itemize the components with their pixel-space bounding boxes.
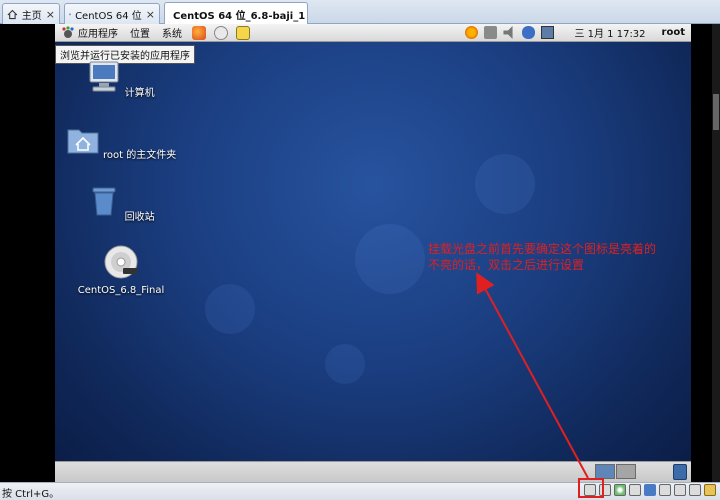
messages-icon[interactable] xyxy=(704,484,716,496)
network-icon[interactable] xyxy=(484,26,498,39)
gnome-top-panel: 应用程序 位置 系统 三 1月 1 17:32 root xyxy=(55,24,691,42)
workspace-1[interactable] xyxy=(595,464,615,479)
status-hint: 按 Ctrl+G。 xyxy=(2,489,60,500)
scrollbar[interactable] xyxy=(712,24,720,482)
vmware-tab-bar: 主页 × CentOS 64 位 × CentOS 64 位_6.8-baji_… xyxy=(0,0,720,25)
tab-label: CentOS 64 位_6.8-baji_1 xyxy=(173,10,306,22)
wallpaper-bokeh xyxy=(355,224,425,294)
cd-dvd-icon[interactable] xyxy=(614,484,626,496)
vmware-status-bar: 按 Ctrl+G。 xyxy=(0,482,720,500)
close-icon[interactable]: × xyxy=(46,8,55,21)
gnome-foot-icon xyxy=(62,25,74,38)
workspace-2[interactable] xyxy=(616,464,636,479)
user-name[interactable]: root xyxy=(662,27,685,38)
desktop-icon-dvd[interactable]: CentOS_6.8_Final xyxy=(61,244,181,296)
home-icon xyxy=(7,9,18,19)
icon-label: 回收站 xyxy=(124,212,155,223)
wallpaper-bokeh xyxy=(325,344,365,384)
usb-icon[interactable] xyxy=(659,484,671,496)
wallpaper-bokeh xyxy=(475,154,535,214)
trash-icon xyxy=(92,187,116,216)
icon-label: CentOS_6.8_Final xyxy=(77,285,165,296)
cd-icon-highlight xyxy=(578,478,604,498)
desktop-icon-computer[interactable]: 计算机 xyxy=(61,60,181,99)
places-menu[interactable]: 位置 xyxy=(124,24,156,42)
wallpaper-bokeh xyxy=(205,284,255,334)
update-icon[interactable] xyxy=(465,26,479,39)
menu-system[interactable]: 系统 xyxy=(162,25,182,40)
firefox-icon[interactable] xyxy=(192,25,206,40)
annotation-note: 挂载光盘之前首先要确定这个图标是亮着的 不亮的话，双击之后进行设置 xyxy=(428,241,656,273)
scrollbar-thumb[interactable] xyxy=(713,94,719,130)
close-icon[interactable]: × xyxy=(146,8,155,21)
network-adapter-icon[interactable] xyxy=(644,484,656,496)
menu-places[interactable]: 位置 xyxy=(130,25,150,40)
tab-label: CentOS 64 位 xyxy=(75,10,142,22)
trash-applet-icon[interactable] xyxy=(673,464,687,480)
sound-icon[interactable] xyxy=(674,484,686,496)
dvd-icon xyxy=(104,245,138,279)
clock[interactable]: 三 1月 1 17:32 xyxy=(574,25,645,40)
menu-applications[interactable]: 应用程序 xyxy=(78,25,118,40)
floppy-icon[interactable] xyxy=(629,484,641,496)
bluetooth-icon[interactable] xyxy=(522,26,536,39)
printer-icon[interactable] xyxy=(689,484,701,496)
system-menu[interactable]: 系统 xyxy=(156,24,188,42)
desktop-icon-trash[interactable]: 回收站 xyxy=(61,184,181,223)
icon-label: root 的主文件夹 xyxy=(102,150,177,161)
tab-vm-1[interactable]: CentOS 64 位 × xyxy=(64,3,160,24)
annotation-line-2: 不亮的话，双击之后进行设置 xyxy=(428,258,585,272)
tab-label: 主页 xyxy=(21,10,42,22)
tab-vm-active[interactable]: CentOS 64 位_6.8-baji_1 × xyxy=(164,2,308,25)
display-icon[interactable] xyxy=(541,26,555,39)
annotation-line-1: 挂载光盘之前首先要确定这个图标是亮着的 xyxy=(428,242,657,256)
mail-icon[interactable] xyxy=(214,25,228,40)
computer-icon xyxy=(89,61,119,92)
applications-menu[interactable]: 应用程序 xyxy=(55,24,124,42)
volume-icon[interactable] xyxy=(503,26,513,39)
home-folder-icon xyxy=(67,129,99,154)
icon-label: 计算机 xyxy=(124,88,155,99)
tab-home[interactable]: 主页 × xyxy=(2,3,60,24)
vm-icon xyxy=(69,13,71,15)
notes-icon[interactable] xyxy=(236,25,250,40)
desktop-icon-home[interactable]: root 的主文件夹 xyxy=(61,124,181,161)
